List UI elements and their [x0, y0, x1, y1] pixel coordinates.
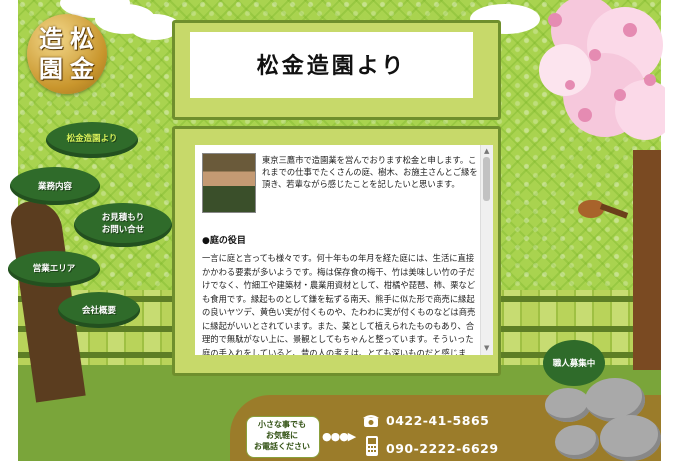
- mobile-phone-icon: [366, 436, 378, 456]
- nav-item-about[interactable]: 松金造園より: [46, 132, 138, 144]
- page-title: 松金造園より: [256, 54, 407, 79]
- section-heading: ●庭の役目: [202, 236, 246, 246]
- scroll-down-arrow-icon[interactable]: ▼: [484, 344, 489, 352]
- company-logo[interactable]: 造 松 園 金: [27, 14, 107, 94]
- stone-decoration: [545, 388, 591, 422]
- cherry-blossom-tree: [539, 0, 665, 140]
- body-text: 一言に庭と言っても様々です。何十年もの年月を経た庭には、生活に直接かかわる要素が…: [202, 253, 476, 355]
- contact-message: 小さな事でも お気軽に お電話ください: [254, 420, 310, 451]
- scroll-thumb[interactable]: [483, 157, 490, 201]
- nav-item-estimate-label: お見積もり お問い合せ: [101, 213, 145, 235]
- page: 造 松 園 金 松金造園より 松金造園より 業務内容 お見積もり お問い合せ 営…: [0, 0, 689, 461]
- nav-item-services[interactable]: 業務内容: [10, 180, 100, 192]
- stone-decoration: [555, 425, 599, 459]
- logo-char: 松: [70, 24, 94, 53]
- content-panel[interactable]: 東京三鷹市で造園業を営んでおります松金と申します。これまでの仕事でたくさんの庭、…: [195, 145, 487, 355]
- intro-text: 東京三鷹市で造園業を営んでおります松金と申します。これまでの仕事でたくさんの庭、…: [262, 155, 478, 189]
- telephone-icon: [363, 415, 379, 427]
- content-scrollbar[interactable]: ▲ ▼: [480, 145, 493, 355]
- stone-decoration: [600, 415, 661, 461]
- title-board: 松金造園より: [190, 32, 473, 98]
- owner-photo: [202, 153, 256, 213]
- nav-item-company[interactable]: 会社概要: [58, 304, 140, 316]
- mobile-number[interactable]: 090-2222-6629: [386, 441, 499, 456]
- logo-char: 金: [70, 54, 94, 83]
- telephone-number[interactable]: 0422-41-5865: [386, 413, 489, 428]
- nav-item-service-area[interactable]: 営業エリア: [8, 262, 100, 274]
- arrow-right-icon: ●●●▶: [322, 430, 356, 443]
- recruit-button[interactable]: 職人募集中: [543, 357, 605, 369]
- nav-item-estimate-contact[interactable]: お見積もり お問い合せ: [74, 212, 172, 236]
- logo-char: 園: [39, 54, 63, 83]
- scroll-up-arrow-icon[interactable]: ▲: [484, 147, 489, 155]
- cherry-tree-trunk: [633, 150, 661, 370]
- logo-char: 造: [39, 24, 63, 53]
